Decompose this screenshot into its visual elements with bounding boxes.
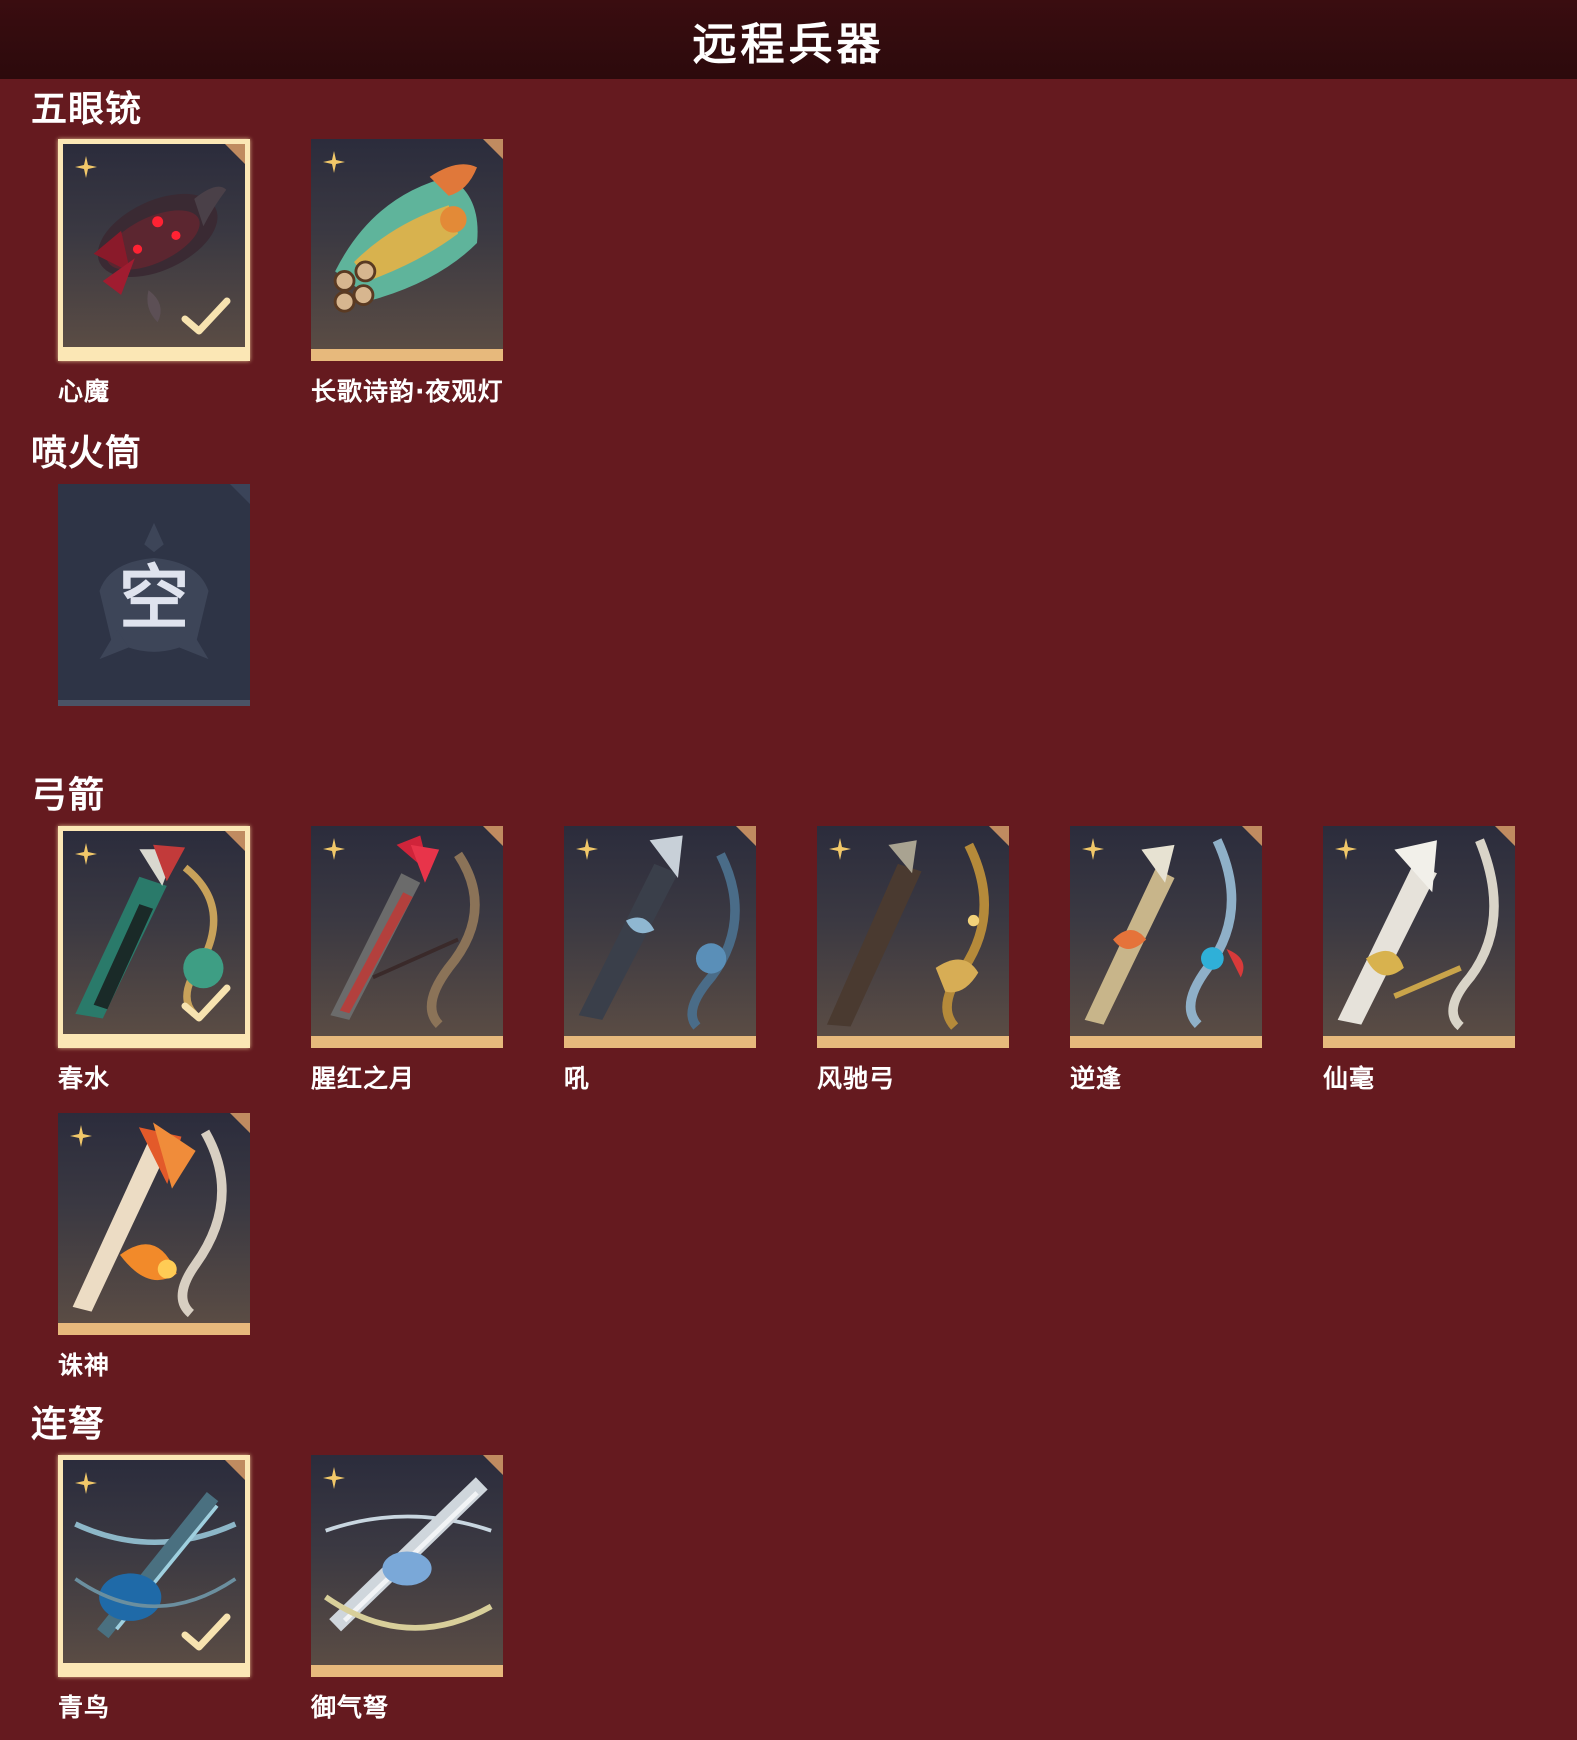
corner-tab-icon [734,826,756,848]
weapon-frame [817,826,1009,1048]
corner-tab-icon [987,826,1009,848]
weapon-frame [564,826,756,1048]
corner-tab-icon [481,826,503,848]
weapon-name: 长歌诗韵·夜观灯 [311,377,504,406]
page-title: 远程兵器 [692,18,885,70]
corner-tab-icon [481,139,503,161]
section-title-crossbow: 连弩 [31,1404,106,1445]
rarity-star-icon [323,151,345,173]
empty-slot-card[interactable]: 空 [58,484,250,706]
corner-tab-icon [223,831,245,853]
weapon-card[interactable]: 仙毫 [1323,826,1515,1093]
section-title-gun: 五眼铳 [31,89,143,130]
section-title-flamethrower: 喷火筒 [31,433,143,474]
weapon-card[interactable]: 长歌诗韵·夜观灯 [311,139,503,406]
rarity-star-icon [75,156,97,178]
weapon-frame [58,139,250,361]
empty-slot-label: 空 [119,556,189,639]
weapon-card[interactable]: 心魔 [58,139,250,406]
equipped-check-icon [181,297,231,335]
weapon-frame [58,1113,250,1335]
weapon-card[interactable]: 青鸟 [58,1455,250,1722]
corner-tab-icon [1240,826,1262,848]
equipped-check-icon [181,984,231,1022]
weapon-card[interactable]: 风驰弓 [817,826,1009,1093]
rarity-star-icon [1335,838,1357,860]
weapon-name: 风驰弓 [817,1064,896,1093]
weapon-name: 仙毫 [1323,1064,1376,1093]
empty-slot-frame: 空 [58,484,250,706]
weapon-frame [58,826,250,1048]
weapon-name: 逆逢 [1070,1064,1123,1093]
corner-tab-icon [228,484,250,506]
weapon-frame [311,826,503,1048]
rarity-star-icon [829,838,851,860]
top-bar: 远程兵器 [0,0,1577,79]
corner-tab-icon [223,144,245,166]
corner-tab-icon [481,1455,503,1477]
weapon-name: 青鸟 [58,1693,111,1722]
weapon-frame [311,1455,503,1677]
weapon-frame [1070,826,1262,1048]
weapon-card[interactable]: 御气弩 [311,1455,503,1722]
rarity-star-icon [323,1467,345,1489]
weapon-card[interactable]: 诛神 [58,1113,250,1380]
weapon-frame [311,139,503,361]
rarity-star-icon [70,1125,92,1147]
rarity-star-icon [323,838,345,860]
weapon-name: 腥红之月 [311,1064,416,1093]
rarity-star-icon [576,838,598,860]
weapon-card[interactable]: 吼 [564,826,756,1093]
weapon-name: 御气弩 [311,1693,390,1722]
weapon-card[interactable]: 春水 [58,826,250,1093]
weapon-name: 吼 [564,1064,591,1093]
weapon-frame [58,1455,250,1677]
equipped-check-icon [181,1613,231,1651]
weapon-name: 春水 [58,1064,111,1093]
weapon-card[interactable]: 腥红之月 [311,826,503,1093]
corner-tab-icon [228,1113,250,1135]
rarity-star-icon [1082,838,1104,860]
corner-tab-icon [1493,826,1515,848]
weapon-name: 心魔 [58,377,111,406]
section-title-bow: 弓箭 [31,775,106,816]
rarity-star-icon [75,1472,97,1494]
weapon-frame [1323,826,1515,1048]
rarity-star-icon [75,843,97,865]
weapon-card[interactable]: 逆逢 [1070,826,1262,1093]
weapon-name: 诛神 [58,1351,111,1380]
corner-tab-icon [223,1460,245,1482]
